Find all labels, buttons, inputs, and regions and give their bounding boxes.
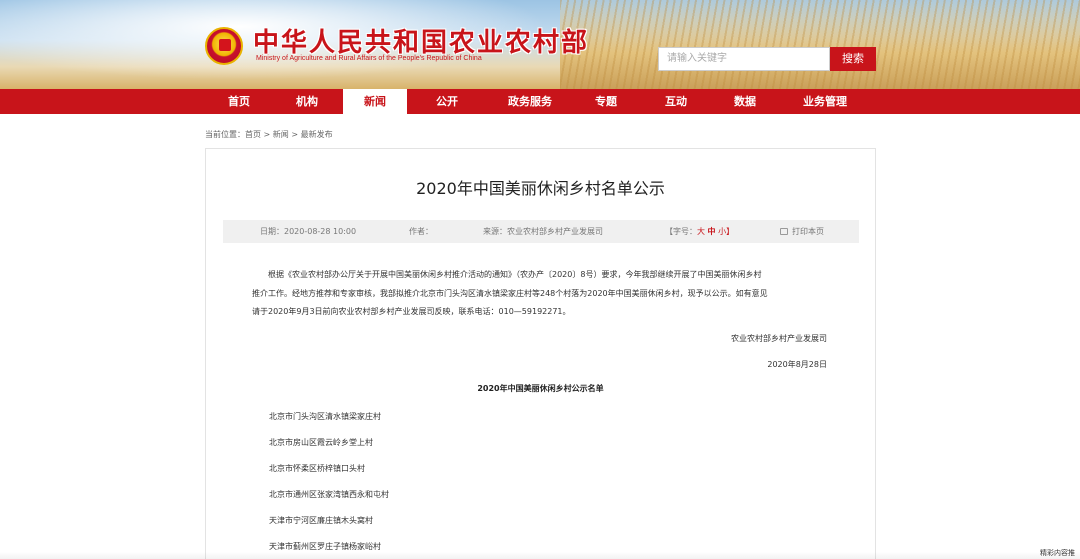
article-title: 2020年中国美丽休闲乡村名单公示 [416, 179, 665, 198]
signature: 农业农村部乡村产业发展司 [731, 334, 827, 343]
article-author: 作者： [409, 227, 433, 236]
search-input[interactable]: 请输入关键字 [658, 47, 830, 71]
print-button[interactable]: 打印本页 [780, 220, 824, 243]
print-label: 打印本页 [792, 227, 824, 236]
font-size-large[interactable]: 大 [697, 227, 705, 236]
bottom-fade [0, 552, 1080, 559]
nav-item-organization[interactable]: 机构 [281, 89, 333, 114]
list-item: 北京市门头沟区清水镇梁家庄村 [269, 412, 381, 421]
list-item: 天津市蓟州区罗庄子镇杨家峪村 [269, 542, 381, 551]
list-item: 天津市宁河区廉庄镇木头窝村 [269, 516, 373, 525]
font-size-controls: 【字号：大 中 小】 [665, 220, 734, 243]
sign-date: 2020年8月28日 [767, 360, 827, 369]
article-source: 来源：农业农村部乡村产业发展司 [483, 227, 603, 236]
nav-item-gov-services[interactable]: 政务服务 [494, 89, 566, 114]
body-line-2: 推介工作。经地方推荐和专家审核，我部拟推介北京市门头沟区清水镇梁家庄村等248个… [252, 289, 768, 298]
nav-item-home[interactable]: 首页 [213, 89, 265, 114]
corner-tag[interactable]: 精彩内容推 [1040, 548, 1075, 558]
nav-item-interaction[interactable]: 互动 [650, 89, 702, 114]
wheat-field-decoration [560, 0, 1080, 89]
body-line-1: 根据《农业农村部办公厅关于开展中国美丽休闲乡村推介活动的通知》（农办产〔2020… [268, 270, 762, 279]
nav-item-business[interactable]: 业务管理 [785, 89, 865, 114]
site-title[interactable]: 中华人民共和国农业农村部 [253, 22, 589, 59]
breadcrumb[interactable]: 当前位置：首页 > 新闻 > 最新发布 [205, 129, 333, 140]
site-subtitle: Ministry of Agriculture and Rural Affair… [256, 55, 482, 62]
body-line-3: 请于2020年9月3日前向农业农村部乡村产业发展司反映，联系电话：010—591… [252, 307, 571, 316]
list-item: 北京市房山区霞云岭乡堂上村 [269, 438, 373, 447]
article-date: 日期：2020-08-28 10:00 [260, 227, 357, 236]
search-button[interactable]: 搜索 [830, 47, 876, 71]
national-emblem-icon [205, 27, 243, 65]
list-item: 北京市通州区张家湾镇西永和屯村 [269, 490, 389, 499]
main-nav: 首页 机构 新闻 公开 政务服务 专题 互动 数据 业务管理 [0, 89, 1080, 114]
header-banner: 中华人民共和国农业农村部 Ministry of Agriculture and… [0, 0, 1080, 89]
list-title: 2020年中国美丽休闲乡村公示名单 [477, 384, 604, 393]
nav-item-news[interactable]: 新闻 [343, 89, 407, 114]
list-item: 北京市怀柔区桥梓镇口头村 [269, 464, 365, 473]
nav-item-public[interactable]: 公开 [421, 89, 473, 114]
font-size-small[interactable]: 小】 [718, 227, 734, 236]
font-size-label: 【字号： [665, 227, 697, 236]
font-size-medium[interactable]: 中 [708, 227, 716, 236]
emblem-center [219, 39, 231, 51]
search-placeholder: 请输入关键字 [667, 53, 727, 64]
article-panel: 2020年中国美丽休闲乡村名单公示 日期：2020-08-28 10:00 作者… [205, 148, 876, 559]
article-meta-bar: 日期：2020-08-28 10:00 作者： 来源：农业农村部乡村产业发展司 … [223, 220, 859, 243]
printer-icon [780, 228, 788, 235]
nav-item-data[interactable]: 数据 [719, 89, 771, 114]
nav-item-topics[interactable]: 专题 [580, 89, 632, 114]
